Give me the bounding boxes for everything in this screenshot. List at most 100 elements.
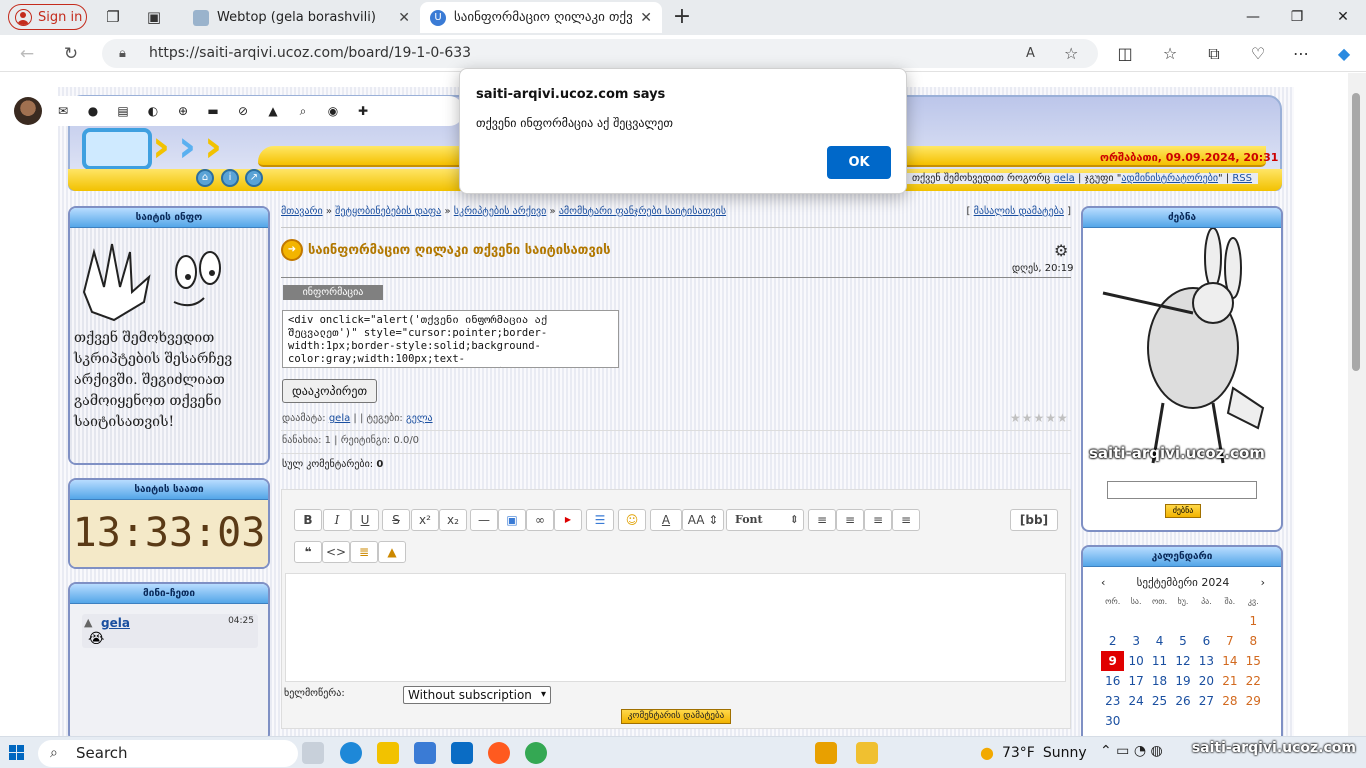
calendar-day[interactable]: 7 [1218, 631, 1241, 651]
list-button[interactable]: ☰ [586, 509, 614, 531]
subscription-select[interactable]: Without subscription ▾ [403, 686, 551, 704]
ok-button[interactable]: OK [827, 146, 891, 179]
justify-button[interactable]: ≡ [892, 509, 920, 531]
minimize-button[interactable]: — [1240, 5, 1266, 29]
favorites-icon[interactable]: ☆ [1159, 43, 1181, 65]
restore-button[interactable]: ❐ [1284, 5, 1310, 29]
align-left-button[interactable]: ≡ [808, 509, 836, 531]
emoji-button[interactable]: ☺ [618, 509, 646, 531]
store-icon[interactable] [414, 742, 436, 764]
calendar-day[interactable]: 27 [1195, 691, 1218, 711]
palette-icon[interactable]: ◐ [138, 104, 168, 118]
calendar-day[interactable]: 16 [1101, 671, 1124, 691]
calendar-day[interactable]: 4 [1148, 631, 1171, 651]
calendar-day[interactable]: 10 [1124, 651, 1147, 671]
strikethrough-button[interactable]: S [382, 509, 410, 531]
favorite-star-icon[interactable]: ☆ [1064, 39, 1078, 68]
mail-icon[interactable] [451, 742, 473, 764]
calendar-day[interactable]: 24 [1124, 691, 1147, 711]
calendar-day[interactable]: 29 [1242, 691, 1265, 711]
calendar-day[interactable]: 23 [1101, 691, 1124, 711]
task-view-icon[interactable] [302, 742, 324, 764]
split-screen-icon[interactable]: ◫ [1114, 43, 1136, 65]
calendar-day[interactable]: 12 [1171, 651, 1194, 671]
breadcrumb-category[interactable]: ამომხტარი ფანჯრები საიტისათვის [559, 206, 726, 217]
file-explorer-icon[interactable] [377, 742, 399, 764]
edge-icon[interactable] [340, 742, 362, 764]
calendar-day[interactable]: 28 [1218, 691, 1241, 711]
calendar-day[interactable]: 6 [1195, 631, 1218, 651]
calendar-day[interactable]: 30 [1101, 711, 1124, 731]
font-select[interactable]: Font ⇕ [726, 509, 804, 531]
author-link[interactable]: gela [329, 413, 350, 424]
firefox-icon[interactable] [488, 742, 510, 764]
plugin-icon[interactable]: ✚ [348, 104, 378, 118]
system-tray[interactable]: ⌃ ▭ ◔ ◍ [1100, 743, 1163, 759]
chrome-icon[interactable] [525, 742, 547, 764]
gear-icon[interactable]: ⚙ [1054, 241, 1068, 260]
close-window-button[interactable]: ✕ [1330, 5, 1356, 29]
align-right-button[interactable]: ≡ [864, 509, 892, 531]
calendar-day[interactable]: 11 [1148, 651, 1171, 671]
youtube-button[interactable]: ▶ [554, 509, 582, 531]
taskbar-search[interactable]: ⌕ Search [38, 740, 298, 767]
hide-button[interactable]: ▲ [378, 541, 406, 563]
browser-essentials-icon[interactable]: ♡ [1247, 43, 1269, 65]
avatar[interactable] [14, 97, 42, 125]
back-icon[interactable]: ← [16, 43, 38, 65]
calendar-day[interactable]: 13 [1195, 651, 1218, 671]
subscript-button[interactable]: x₂ [439, 509, 467, 531]
add-comment-button[interactable]: კომენტარის დამატება [621, 709, 731, 724]
close-tab-icon[interactable]: ✕ [398, 10, 410, 26]
scrollbar-thumb[interactable] [1352, 93, 1360, 371]
calendar-day[interactable]: 17 [1124, 671, 1147, 691]
page-scrollbar[interactable] [1348, 73, 1366, 736]
copy-button[interactable]: დააკოპირეთ [282, 379, 377, 403]
calendar-day[interactable]: 20 [1195, 671, 1218, 691]
bell-icon[interactable]: ▲ [258, 104, 288, 118]
windows-start-icon[interactable] [9, 745, 25, 761]
read-aloud-icon[interactable]: A [1026, 39, 1035, 68]
info-demo-button[interactable]: ინფორმაცია [283, 285, 383, 300]
user-link[interactable]: gela [1053, 173, 1074, 184]
home-icon[interactable]: ⌂ [196, 169, 214, 187]
superscript-button[interactable]: x² [411, 509, 439, 531]
next-month-icon[interactable]: › [1261, 573, 1265, 593]
info-icon[interactable]: ● [78, 104, 108, 118]
calendar-day[interactable]: 5 [1171, 631, 1194, 651]
calendar-day[interactable]: 14 [1218, 651, 1241, 671]
search-icon[interactable]: ⌕ [288, 104, 318, 119]
calendar-day[interactable]: 1 [1242, 611, 1265, 631]
code-textarea[interactable]: <div onclick="alert('თქვენი ინფორმაცია ა… [282, 310, 619, 368]
calendar-day[interactable]: 18 [1148, 671, 1171, 691]
calendar-day[interactable]: 19 [1171, 671, 1194, 691]
eye-icon[interactable]: ◉ [318, 104, 348, 118]
breadcrumb-archive[interactable]: სკრიპტების არქივი [454, 206, 547, 217]
calendar-day[interactable]: 3 [1124, 631, 1147, 651]
page-icon[interactable]: ▤ [108, 104, 138, 118]
new-tab-button[interactable]: + [672, 6, 692, 28]
url-field[interactable]: 🔒︎ https://saiti-arqivi.ucoz.com/board/19… [102, 39, 1098, 68]
underline-button[interactable]: U [351, 509, 379, 531]
bb-toggle-button[interactable]: [bb] [1010, 509, 1058, 531]
calendar-day[interactable]: 25 [1148, 691, 1171, 711]
comment-textarea[interactable] [285, 573, 1066, 682]
tag-link[interactable]: გელა [406, 413, 433, 424]
sign-in-button[interactable]: Sign in [8, 4, 87, 30]
bold-button[interactable]: B [294, 509, 322, 531]
hr-button[interactable]: — [470, 509, 498, 531]
calendar-day[interactable]: 22 [1242, 671, 1265, 691]
font-size-select[interactable]: AA ⇕ [682, 509, 724, 531]
link-button[interactable]: ∞ [526, 509, 554, 531]
tab-actions-icon[interactable]: ▣ [144, 7, 164, 27]
breadcrumb-home[interactable]: მთავარი [281, 206, 323, 217]
spoiler-button[interactable]: ≣ [350, 541, 378, 563]
calendar-day[interactable]: 8 [1242, 631, 1265, 651]
weather-widget[interactable]: ● 73°F Sunny [980, 743, 1087, 762]
rss-link[interactable]: RSS [1232, 173, 1252, 184]
tab-active[interactable]: U საინფორმაციო ღილაკი თქვე ✕ [420, 2, 662, 33]
calendar-day[interactable]: 21 [1218, 671, 1241, 691]
collections-icon[interactable]: ❐ [103, 7, 123, 27]
calendar-day[interactable]: 26 [1171, 691, 1194, 711]
search-button[interactable]: ძებნა [1165, 504, 1201, 518]
